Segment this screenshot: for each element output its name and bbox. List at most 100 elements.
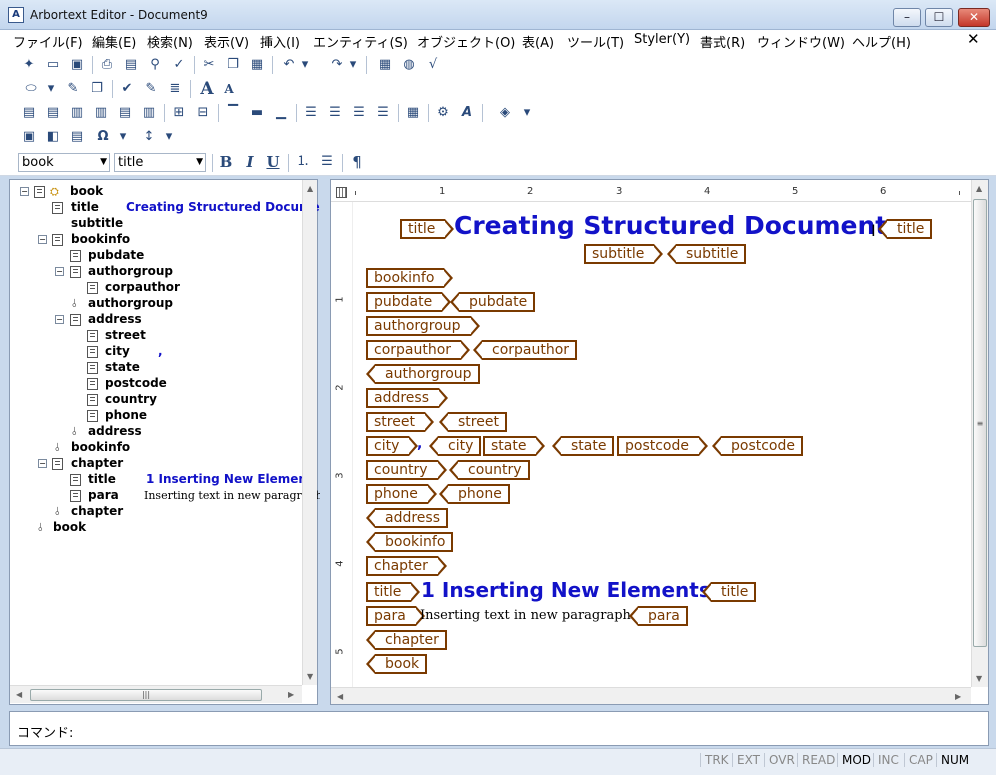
menu-window[interactable]: ウィンドウ(W) xyxy=(757,32,845,51)
menu-view[interactable]: 表示(V) xyxy=(204,32,249,51)
join-cells-icon[interactable]: ⊞ xyxy=(170,104,188,122)
ruler-grid-icon[interactable] xyxy=(336,187,347,198)
tag-state-open[interactable]: state xyxy=(483,436,547,456)
find-icon[interactable]: ⚲ xyxy=(146,56,164,74)
new-document-icon[interactable]: ✦ xyxy=(20,56,38,74)
scroll-down-icon[interactable]: ▼ xyxy=(307,672,313,681)
line-spacing-dropdown-icon[interactable]: ▾ xyxy=(164,128,174,146)
scroll-up-icon[interactable]: ▲ xyxy=(976,184,982,193)
tag-title-close[interactable]: title xyxy=(877,219,933,239)
paste-icon[interactable]: ▦ xyxy=(248,56,266,74)
check-completeness-icon[interactable]: ✔ xyxy=(118,80,136,98)
menu-entity[interactable]: エンティティ(S) xyxy=(313,32,408,51)
command-line[interactable]: コマンド: xyxy=(9,711,989,746)
tag-postcode-close[interactable]: postcode xyxy=(712,436,803,456)
split-markup-icon[interactable]: ❐ xyxy=(88,80,106,98)
scroll-up-icon[interactable]: ▲ xyxy=(307,184,313,193)
special-character-icon[interactable]: Ω xyxy=(94,128,112,146)
style-select[interactable]: title ▼ xyxy=(114,153,206,172)
undo-icon[interactable]: ↶ xyxy=(280,56,298,74)
open-folder-icon[interactable]: ▭ xyxy=(44,56,62,74)
show-tags-pilcrow-icon[interactable]: ¶ xyxy=(348,153,366,171)
collapse-icon[interactable]: − xyxy=(55,267,64,276)
menu-table[interactable]: 表(A) xyxy=(522,32,554,51)
text-style-icon[interactable]: A xyxy=(458,104,476,122)
tag-bookinfo-close[interactable]: bookinfo xyxy=(365,532,454,552)
bold-button[interactable]: B xyxy=(217,153,235,171)
tag-chapter-title-open[interactable]: title xyxy=(366,582,421,602)
insert-column-right-icon[interactable]: ▥ xyxy=(92,104,110,122)
valign-bottom-icon[interactable]: ▁ xyxy=(272,104,290,122)
delete-column-icon[interactable]: ▥ xyxy=(140,104,158,122)
collapse-icon[interactable]: − xyxy=(55,315,64,324)
delete-row-icon[interactable]: ▤ xyxy=(116,104,134,122)
equation-icon[interactable]: √ xyxy=(424,56,442,74)
tag-chapter-title-close[interactable]: title xyxy=(701,582,757,602)
insert-column-left-icon[interactable]: ▥ xyxy=(68,104,86,122)
tag-corpauthor-close[interactable]: corpauthor xyxy=(472,340,578,360)
scroll-thumb[interactable]: ||| xyxy=(30,689,262,701)
editor-horizontal-scrollbar[interactable]: ◀ ▶ xyxy=(331,687,971,704)
menu-format[interactable]: 書式(R) xyxy=(700,32,745,51)
tag-authorgroup-open[interactable]: authorgroup xyxy=(366,316,480,336)
menu-edit[interactable]: 編集(E) xyxy=(92,32,136,51)
spellcheck-icon[interactable]: ✓ xyxy=(170,56,188,74)
document-map-pane[interactable]: − ⛭ book title Creating Structured Docum… xyxy=(9,179,326,705)
bulleted-list-icon[interactable]: ☰ xyxy=(318,153,336,171)
tag-subtitle-close[interactable]: subtitle xyxy=(666,244,747,264)
tree-vertical-scrollbar[interactable]: ▲ ▼ xyxy=(302,180,317,685)
underline-button[interactable]: U xyxy=(264,153,282,171)
tag-authorgroup-close[interactable]: authorgroup xyxy=(366,364,480,384)
menu-object[interactable]: オブジェクト(O) xyxy=(417,32,515,51)
tag-city-open[interactable]: city xyxy=(366,436,419,456)
align-center-icon[interactable]: ☰ xyxy=(326,104,344,122)
close-button[interactable]: ✕ xyxy=(958,8,990,27)
menu-tools[interactable]: ツール(T) xyxy=(567,32,624,51)
font-larger-icon[interactable]: A xyxy=(198,80,216,98)
tag-street-open[interactable]: street xyxy=(366,412,434,432)
valign-top-icon[interactable]: ▔ xyxy=(224,104,242,122)
graphic-icon[interactable]: ◍ xyxy=(400,56,418,74)
tag-address-close[interactable]: address xyxy=(365,508,449,528)
save-icon[interactable]: ▣ xyxy=(68,56,86,74)
tag-city-close[interactable]: city xyxy=(428,436,482,456)
cut-icon[interactable]: ✂ xyxy=(200,56,218,74)
tag-title-open[interactable]: title xyxy=(400,219,455,239)
tag-street-close[interactable]: street xyxy=(439,412,507,432)
chapter-title-text[interactable]: 1 Inserting New Elements xyxy=(421,578,711,602)
tree-horizontal-scrollbar[interactable]: ◀ ||| ▶ xyxy=(10,685,302,703)
tag-book-close[interactable]: book xyxy=(365,654,428,674)
tag-phone-close[interactable]: phone xyxy=(439,484,510,504)
minimize-button[interactable]: – xyxy=(893,8,921,27)
tag-phone-open[interactable]: phone xyxy=(366,484,437,504)
table-properties-icon[interactable]: ⚙ xyxy=(434,104,452,122)
scroll-left-icon[interactable]: ◀ xyxy=(16,690,22,699)
tag-chapter-open[interactable]: chapter xyxy=(366,556,447,576)
print-preview-icon[interactable]: ▤ xyxy=(122,56,140,74)
pane-splitter[interactable] xyxy=(320,179,329,705)
document-close-icon[interactable]: ✕ xyxy=(967,30,980,48)
insert-markup-dropdown-icon[interactable]: ▾ xyxy=(46,80,56,98)
font-smaller-icon[interactable]: A xyxy=(220,80,238,98)
format-icon[interactable]: ≣ xyxy=(166,80,184,98)
tag-subtitle-open[interactable]: subtitle xyxy=(584,244,664,264)
tag-corpauthor-open[interactable]: corpauthor xyxy=(366,340,471,360)
align-justify-icon[interactable]: ☰ xyxy=(374,104,392,122)
collapse-icon[interactable]: − xyxy=(38,235,47,244)
italic-button[interactable]: I xyxy=(241,153,259,171)
maximize-button[interactable]: ☐ xyxy=(925,8,953,27)
tag-bookinfo-open[interactable]: bookinfo xyxy=(366,268,454,288)
element-select[interactable]: book ▼ xyxy=(18,153,110,172)
insert-file-icon[interactable]: ▤ xyxy=(68,128,86,146)
insert-link-icon[interactable]: ◧ xyxy=(44,128,62,146)
tag-country-open[interactable]: country xyxy=(366,460,447,480)
align-left-icon[interactable]: ☰ xyxy=(302,104,320,122)
tag-pubdate-open[interactable]: pubdate xyxy=(366,292,452,312)
line-spacing-icon[interactable]: ↕ xyxy=(140,128,158,146)
editor-pane[interactable]: 1 2 3 4 5 6 1 2 3 4 5 title Creating Str… xyxy=(330,179,989,705)
paragraph-text[interactable]: Inserting text in new paragraph. xyxy=(420,608,635,623)
tag-address-open[interactable]: address xyxy=(366,388,449,408)
tag-postcode-open[interactable]: postcode xyxy=(617,436,708,456)
change-markup-icon[interactable]: ✎ xyxy=(64,80,82,98)
document-title-text[interactable]: Creating Structured Documents xyxy=(454,211,902,240)
